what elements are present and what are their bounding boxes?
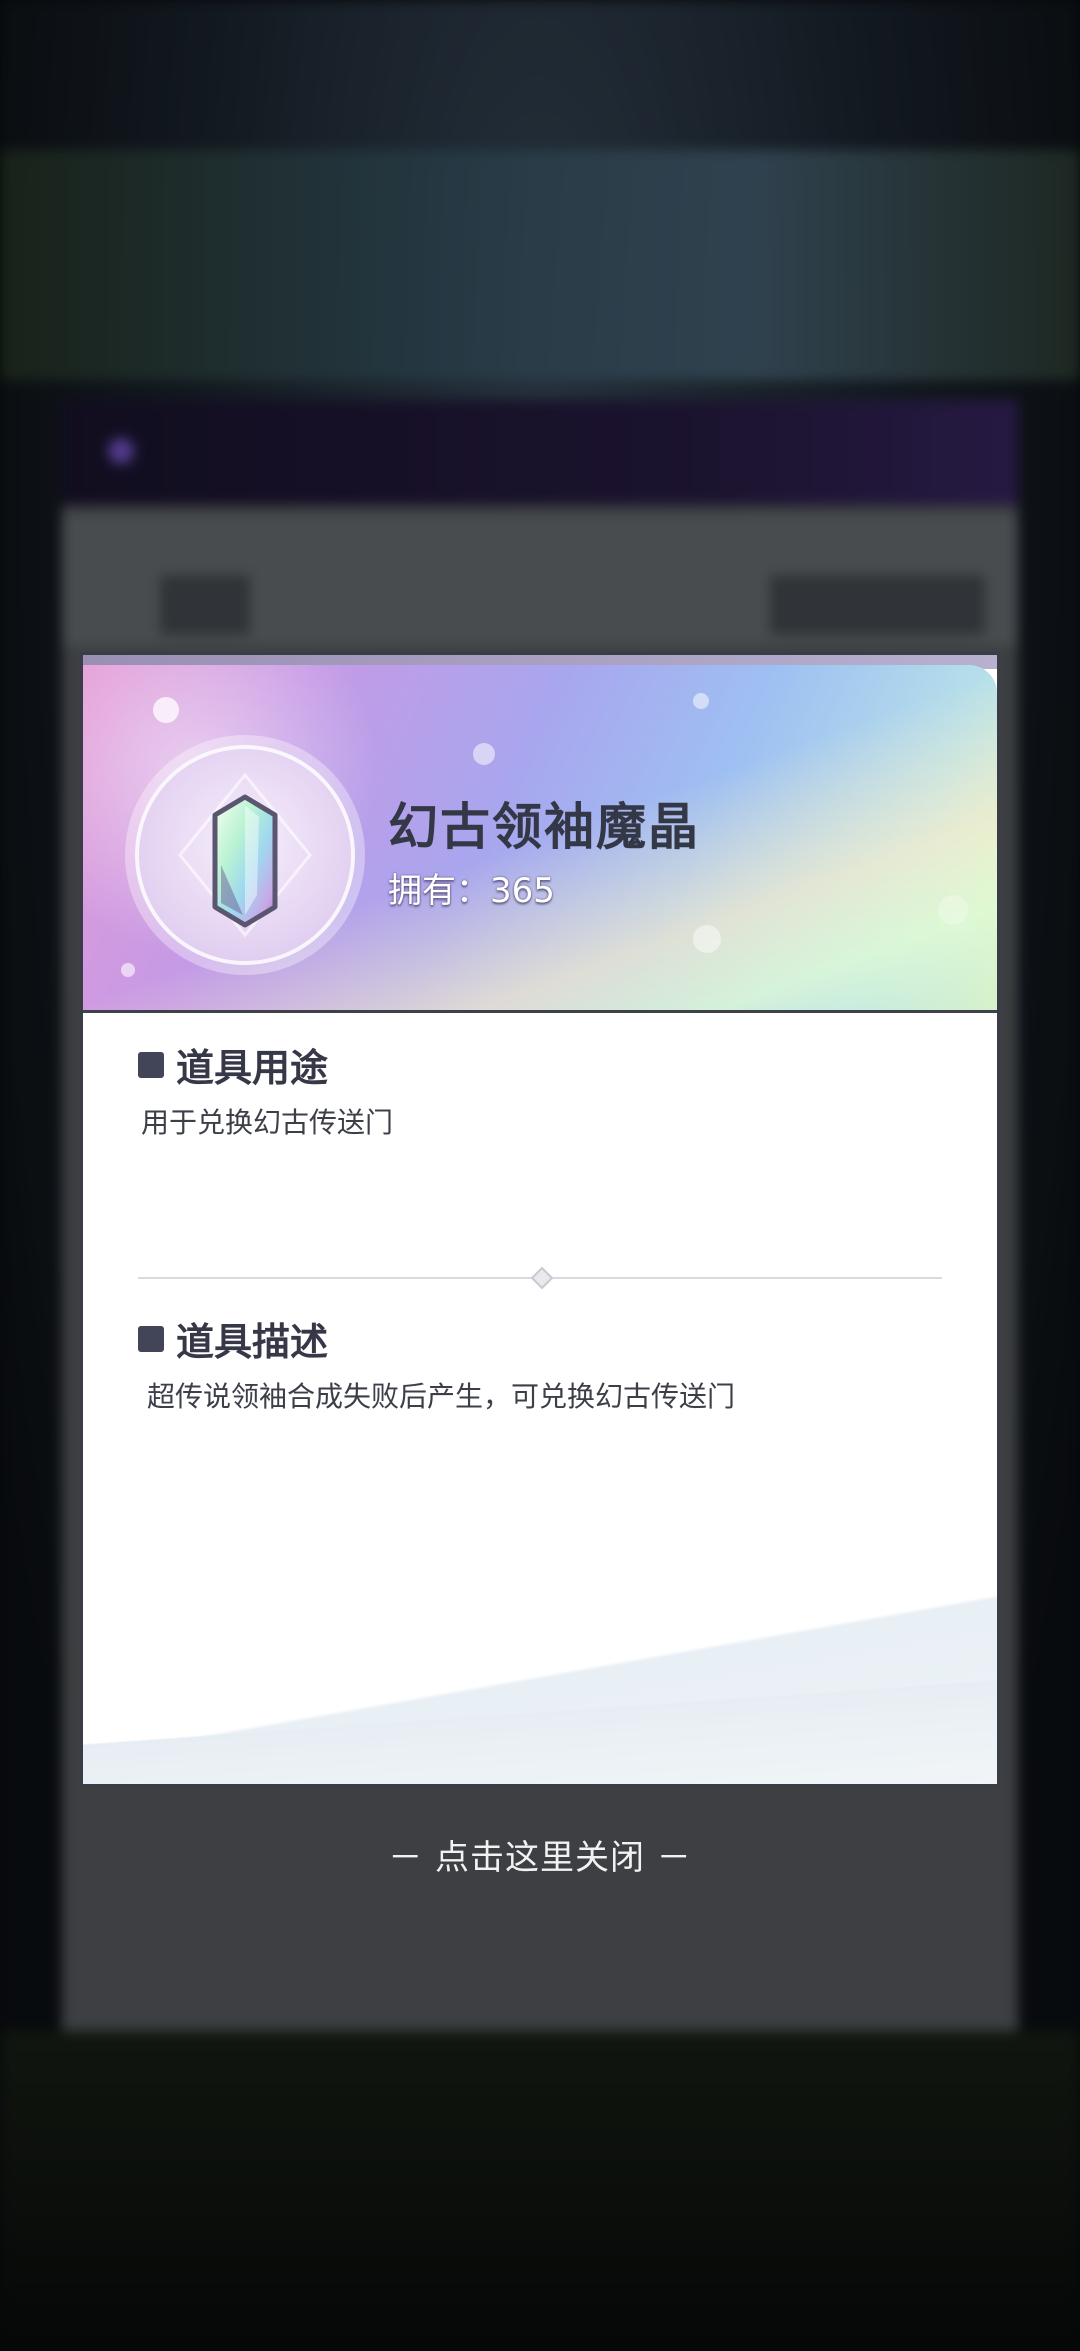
description-text: 超传说领袖合成失败后产生，可兑换幻古传送门 xyxy=(147,1380,736,1413)
section-divider xyxy=(138,1266,942,1290)
item-detail-dialog: 幻古领袖魔晶 拥有： 365 道具用途 用于兑换幻古传送门 道具描述 超传说领袖… xyxy=(80,652,1000,1787)
dialog-bottom-wave xyxy=(83,1674,997,1784)
sparkle-decoration xyxy=(693,925,721,953)
owned-value: 365 xyxy=(490,871,555,911)
divider-diamond-icon xyxy=(530,1266,554,1290)
sparkle-decoration xyxy=(473,743,495,765)
description-section-title: 道具描述 xyxy=(138,1311,328,1366)
usage-text: 用于兑换幻古传送门 xyxy=(141,1106,394,1139)
close-hint-button[interactable]: － 点击这里关闭 － xyxy=(0,1830,1080,1879)
owned-label: 拥有： xyxy=(388,871,490,911)
description-title-text: 道具描述 xyxy=(176,1319,329,1364)
sparkle-decoration xyxy=(121,963,135,977)
usage-section-title: 道具用途 xyxy=(138,1037,328,1092)
crystal-icon xyxy=(135,745,355,965)
section-square-icon xyxy=(138,1325,164,1352)
sparkle-decoration xyxy=(938,895,968,925)
owned-count: 拥有： 365 xyxy=(388,863,555,912)
item-name: 幻古领袖魔晶 xyxy=(388,797,700,856)
section-square-icon xyxy=(138,1051,164,1078)
usage-title-text: 道具用途 xyxy=(176,1045,329,1090)
sparkle-decoration xyxy=(693,693,709,709)
item-header-card: 幻古领袖魔晶 拥有： 365 xyxy=(83,665,997,1013)
sparkle-decoration xyxy=(153,697,179,723)
